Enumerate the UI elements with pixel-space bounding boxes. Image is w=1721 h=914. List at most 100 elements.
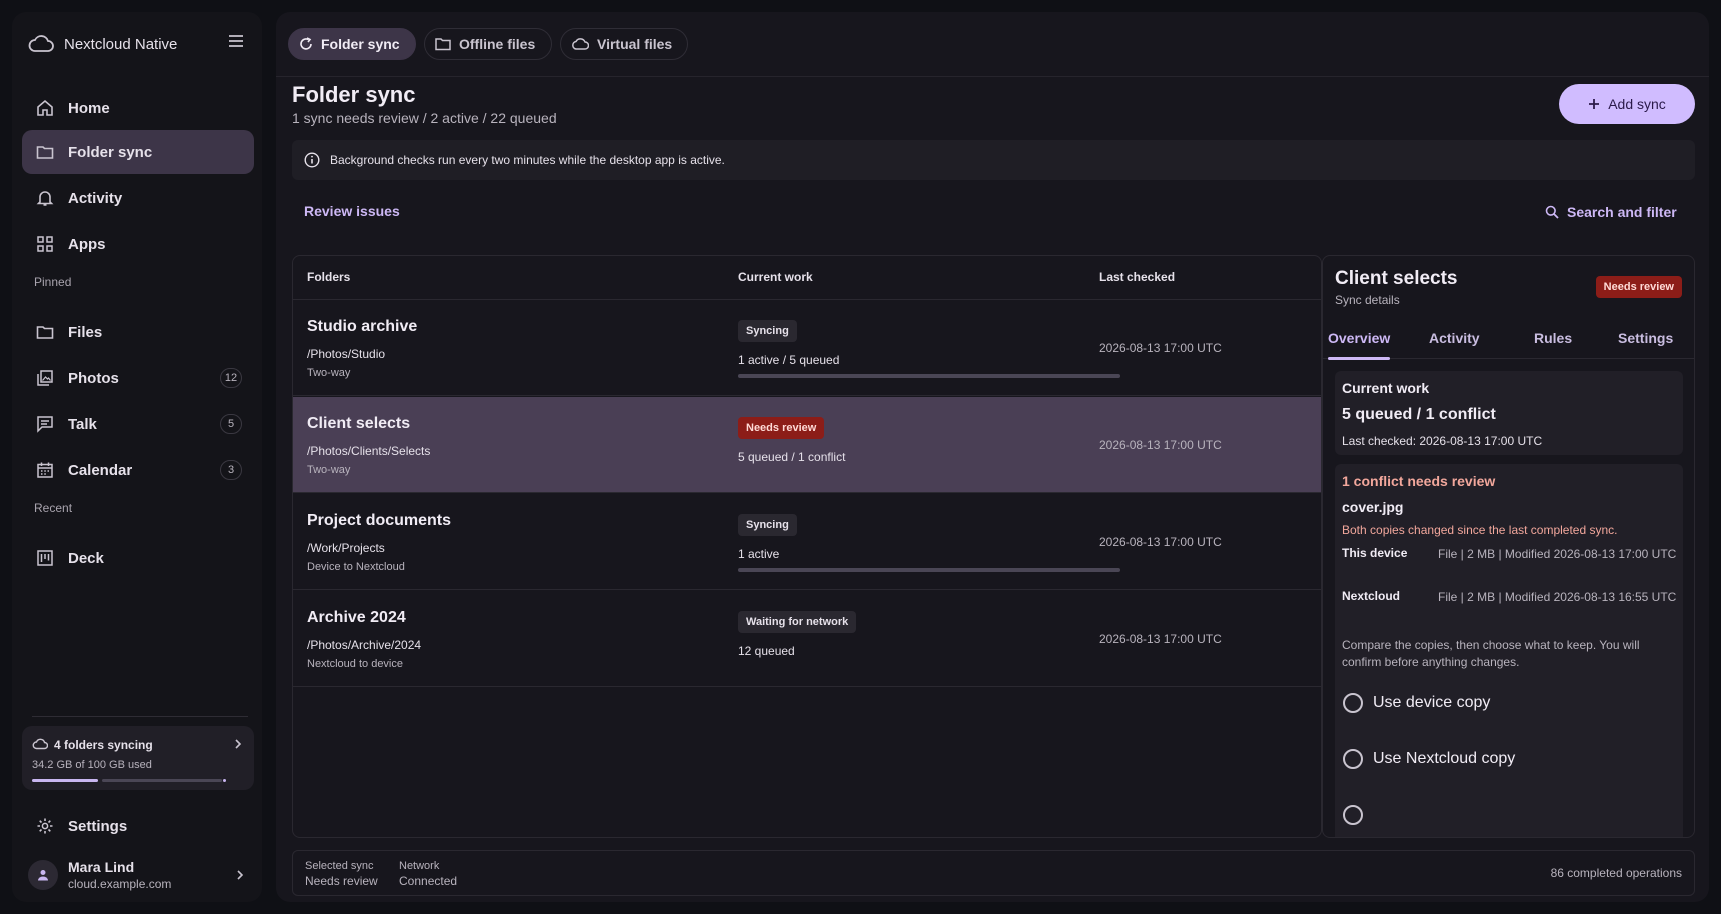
current-work: 1 active <box>738 547 780 561</box>
conflict-title: 1 conflict needs review <box>1342 473 1496 489</box>
last-checked: 2026-08-13 17:00 UTC <box>1099 632 1222 646</box>
status-footer: Selected sync Needs review Network Conne… <box>292 850 1695 896</box>
table-row[interactable]: Archive 2024 /Photos/Archive/2024 Nextcl… <box>293 591 1321 687</box>
sync-table: Folders Current work Last checked Studio… <box>292 255 1322 838</box>
tab-settings[interactable]: Settings <box>1618 317 1673 359</box>
count-badge: 5 <box>220 414 242 434</box>
tab-rules[interactable]: Rules <box>1534 317 1572 359</box>
folder-name: Project documents <box>307 512 452 529</box>
sync-mode: Device to Nextcloud <box>307 561 405 573</box>
sidebar-divider <box>32 716 248 717</box>
sync-mode: Two-way <box>307 367 351 379</box>
column-header: Current work <box>738 270 813 284</box>
storage-bar-fill <box>32 779 98 782</box>
pinned-photos[interactable]: Photos 12 <box>22 356 254 400</box>
calendar-icon <box>36 461 54 479</box>
storage-bar-track <box>102 779 222 782</box>
app-name: Nextcloud Native <box>64 35 178 53</box>
sync-details-panel: Client selects Sync details Needs review… <box>1322 255 1695 838</box>
tab-offline-files[interactable]: Offline files <box>424 28 552 60</box>
nav-settings[interactable]: Settings <box>22 804 254 848</box>
nav-label: Talk <box>68 415 97 433</box>
nav-label: Photos <box>68 369 119 387</box>
last-checked: 2026-08-13 17:00 UTC <box>1099 341 1222 355</box>
nav-folder-sync[interactable]: Folder sync <box>22 130 254 174</box>
nav-home[interactable]: Home <box>22 86 254 130</box>
use-device-copy-radio[interactable]: Use device copy <box>1343 691 1490 715</box>
conflict-help: Compare the copies, then choose what to … <box>1342 638 1640 669</box>
folder-name: Archive 2024 <box>307 609 406 626</box>
cloud-file-info: File | 2 MB | Modified 2026-08-13 16:55 … <box>1438 590 1677 604</box>
details-subtitle: Sync details <box>1335 293 1400 307</box>
tab-label: Folder sync <box>321 36 400 52</box>
cloud-icon <box>571 37 589 51</box>
folder-name: Client selects <box>307 415 411 432</box>
nav-label: Settings <box>68 817 128 835</box>
folder-path: /Photos/Clients/Selects <box>307 444 431 458</box>
tab-label: Offline files <box>459 36 536 52</box>
selected-sync-label: Selected sync <box>305 860 374 872</box>
storage-summary[interactable]: 4 folders syncing 34.2 GB of 100 GB used <box>22 726 254 790</box>
table-row[interactable]: Project documents /Work/Projects Device … <box>293 494 1321 590</box>
search-filter-button[interactable]: Search and filter <box>1545 202 1677 222</box>
nav-apps[interactable]: Apps <box>22 222 254 266</box>
photos-icon <box>36 369 54 387</box>
folder-name: Studio archive <box>307 318 418 335</box>
cloud-logo-icon <box>28 35 54 53</box>
tab-overview[interactable]: Overview <box>1328 317 1391 360</box>
radio-label: Use device copy <box>1373 694 1491 711</box>
sync-mode: Nextcloud to device <box>307 658 403 670</box>
details-tabs: Overview Activity Rules Settings <box>1323 317 1694 360</box>
nav-label: Files <box>68 323 103 341</box>
main-panel: Folder sync Offline files Virtual files … <box>276 12 1709 902</box>
recent-heading: Recent <box>34 501 73 515</box>
avatar <box>28 860 58 890</box>
current-work-label: Current work <box>1342 380 1430 396</box>
current-work: 5 queued / 1 conflict <box>738 450 846 464</box>
network-value: Connected <box>399 874 458 888</box>
deck-icon <box>36 549 54 567</box>
user-name: Mara Lind <box>68 859 135 875</box>
tab-label: Virtual files <box>597 36 673 52</box>
table-row[interactable]: Client selects /Photos/Clients/Selects T… <box>293 397 1321 493</box>
radio-option-partial[interactable] <box>1343 803 1363 827</box>
search-icon <box>1545 205 1559 219</box>
tab-folder-sync[interactable]: Folder sync <box>288 28 416 60</box>
radio-label: Use Nextcloud copy <box>1373 750 1516 767</box>
user-account[interactable]: Mara Lind cloud.example.com <box>22 854 254 896</box>
conflict-card: 1 conflict needs review cover.jpg Both c… <box>1335 464 1683 837</box>
info-banner: Background checks run every two minutes … <box>292 140 1695 180</box>
user-host: cloud.example.com <box>68 877 172 891</box>
status-badge: Syncing <box>738 514 797 536</box>
storage-used: 34.2 GB of 100 GB used <box>32 759 152 771</box>
network-label: Network <box>399 860 440 872</box>
use-nextcloud-copy-radio[interactable]: Use Nextcloud copy <box>1343 747 1515 771</box>
folder-path: /Photos/Archive/2024 <box>307 638 422 652</box>
selected-sync-value: Needs review <box>305 874 378 888</box>
recent-deck[interactable]: Deck <box>22 536 254 580</box>
add-sync-button[interactable]: Add sync <box>1559 84 1695 124</box>
pinned-heading: Pinned <box>34 275 72 289</box>
review-issues-link[interactable]: Review issues <box>304 203 400 219</box>
table-row[interactable]: Studio archive /Photos/Studio Two-way Sy… <box>293 300 1321 396</box>
pinned-talk[interactable]: Talk 5 <box>22 402 254 446</box>
status-badge: Needs review <box>738 417 825 439</box>
pinned-calendar[interactable]: Calendar 3 <box>22 448 254 492</box>
folder-icon <box>36 323 54 341</box>
cloud-label: Nextcloud <box>1342 589 1401 603</box>
tab-virtual-files[interactable]: Virtual files <box>560 28 688 60</box>
completed-operations: 86 completed operations <box>1550 866 1682 880</box>
gear-icon <box>36 817 54 835</box>
last-checked: 2026-08-13 17:00 UTC <box>1099 535 1222 549</box>
add-sync-label: Add sync <box>1608 96 1666 112</box>
folder-path: /Photos/Studio <box>307 347 386 361</box>
progress-bar <box>738 568 1120 572</box>
tab-activity[interactable]: Activity <box>1429 317 1480 359</box>
nav-activity[interactable]: Activity <box>22 176 254 220</box>
menu-icon[interactable] <box>228 34 244 48</box>
count-badge: 12 <box>220 368 242 388</box>
column-header: Last checked <box>1099 270 1176 284</box>
storage-bar-end <box>223 779 226 782</box>
pinned-files[interactable]: Files <box>22 310 254 354</box>
count-badge: 3 <box>220 460 242 480</box>
